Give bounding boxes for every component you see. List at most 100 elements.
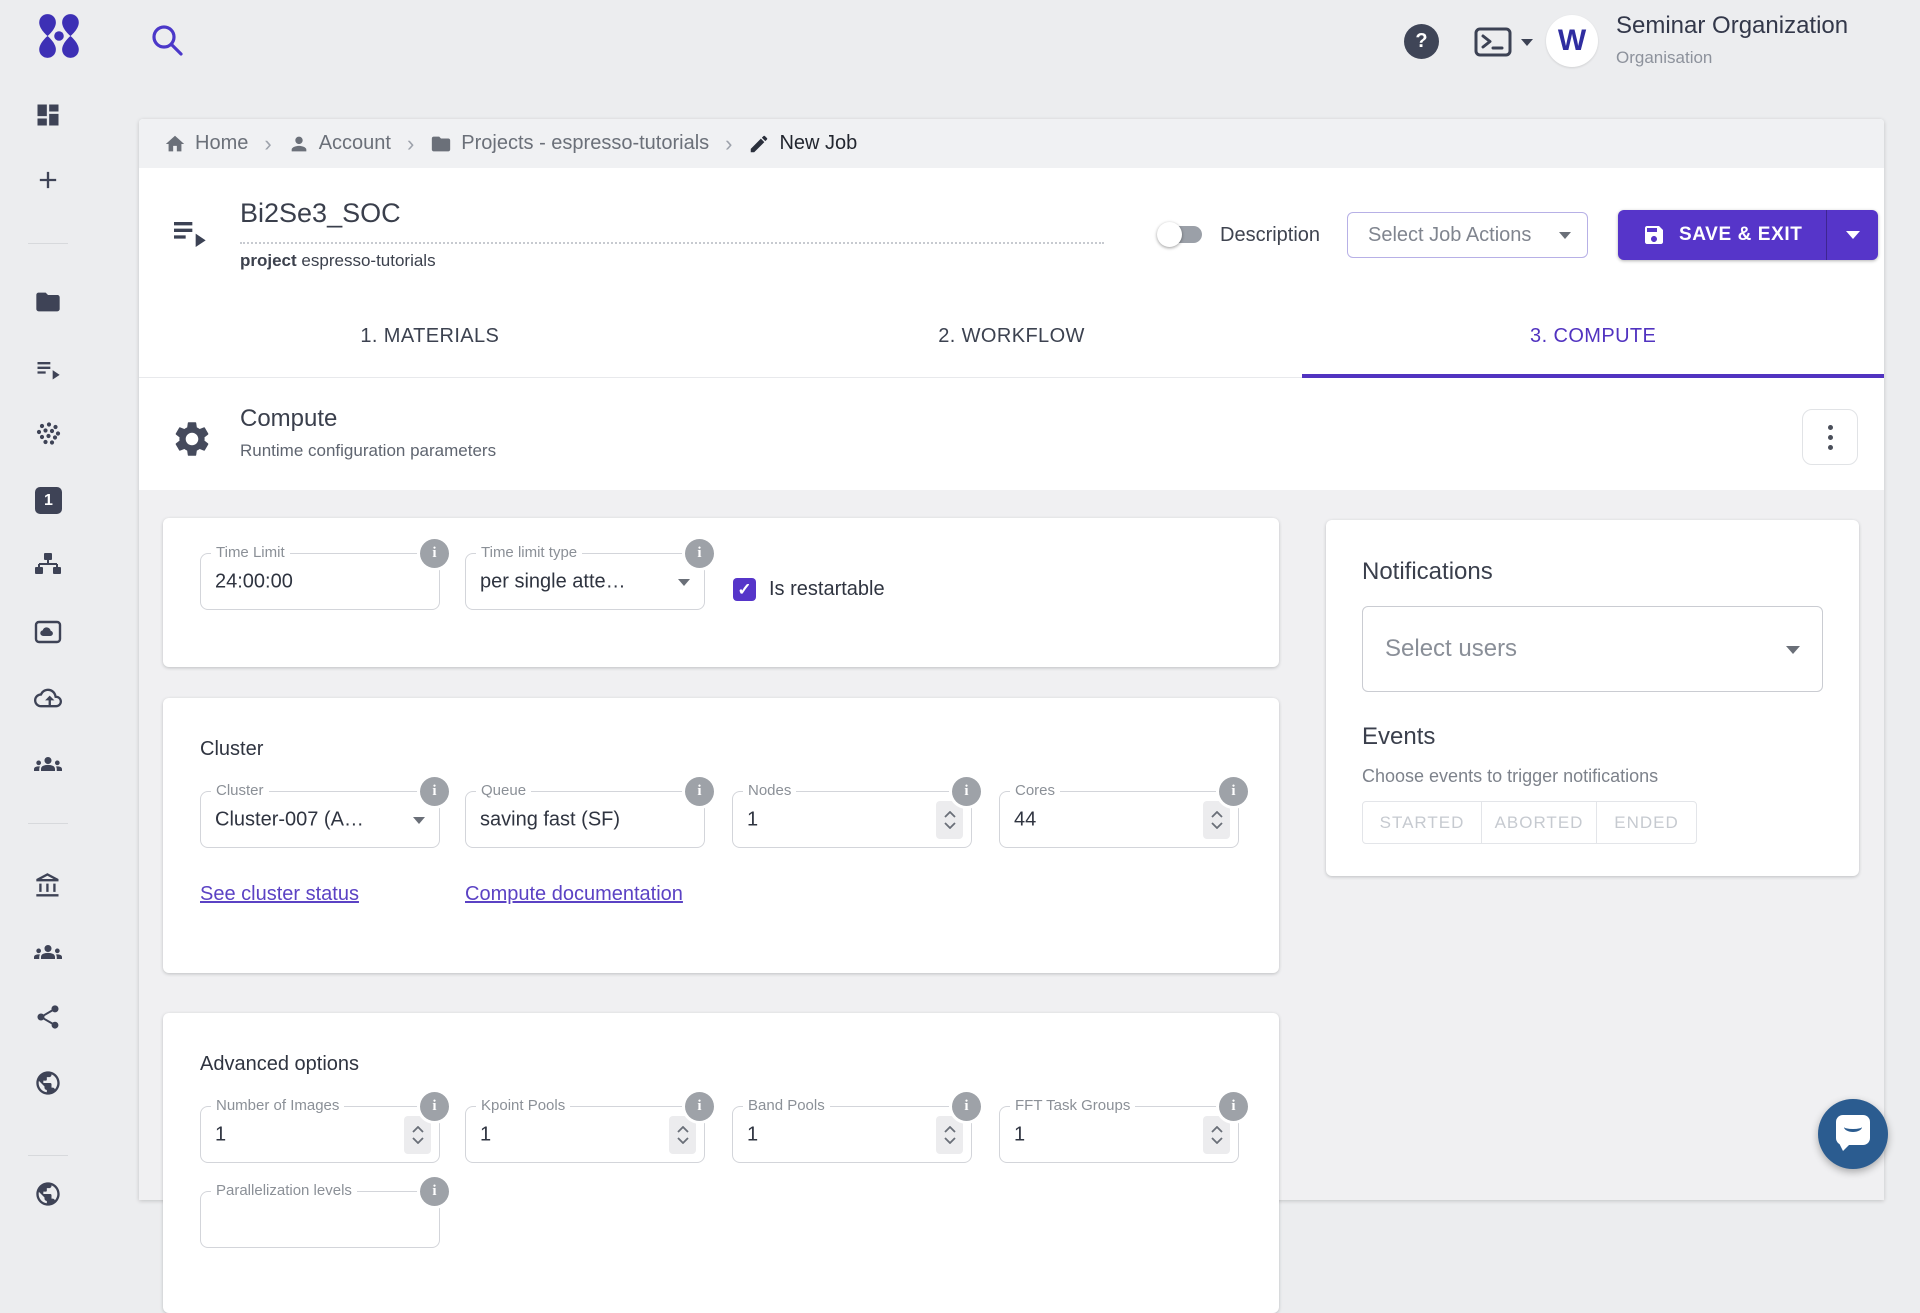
sidebar-item-users[interactable] — [34, 938, 62, 966]
event-aborted-button[interactable]: ABORTED — [1481, 801, 1597, 844]
tab-compute[interactable]: 3. COMPUTE — [1302, 295, 1884, 377]
info-icon[interactable]: i — [1219, 1092, 1248, 1121]
gear-icon — [171, 418, 213, 460]
band-pools-stepper[interactable]: Band Pools 1 i — [732, 1106, 972, 1163]
event-started-button[interactable]: STARTED — [1362, 801, 1482, 844]
compute-title: Compute — [240, 405, 337, 433]
breadcrumb-home[interactable]: Home — [164, 132, 248, 155]
cores-stepper[interactable]: Cores 44 i — [999, 791, 1239, 848]
kpoint-pools-stepper[interactable]: Kpoint Pools 1 i — [465, 1106, 705, 1163]
compute-body: Time Limit 24:00:00 i Time limit type pe… — [139, 490, 1884, 1200]
time-limit-type-select[interactable]: Time limit type per single atte… i — [465, 553, 705, 610]
tab-materials[interactable]: 1. MATERIALS — [139, 295, 721, 377]
stepper-control[interactable] — [936, 801, 963, 839]
sidebar-item-share[interactable] — [34, 1003, 62, 1031]
sidebar-item-projects[interactable] — [34, 288, 62, 316]
save-exit-button[interactable]: SAVE & EXIT — [1618, 210, 1826, 260]
job-actions-select[interactable]: Select Job Actions — [1347, 212, 1588, 258]
advanced-section-title: Advanced options — [200, 1053, 359, 1076]
nodes-stepper[interactable]: Nodes 1 i — [732, 791, 972, 848]
stepper-control[interactable] — [669, 1116, 696, 1154]
job-title[interactable]: Bi2Se3_SOC — [240, 198, 1104, 228]
section-menu-button[interactable] — [1802, 409, 1858, 465]
title-underline — [240, 228, 1104, 244]
breadcrumb-new-job[interactable]: New Job — [748, 132, 857, 155]
folder-icon — [430, 133, 452, 155]
org-type-label: Organisation — [1616, 48, 1712, 68]
sidebar-item-jobs[interactable] — [34, 355, 62, 383]
help-icon[interactable]: ? — [1404, 24, 1439, 59]
is-restartable-label: Is restartable — [769, 578, 885, 601]
info-icon[interactable]: i — [420, 1177, 449, 1206]
sidebar-item-create[interactable] — [34, 166, 62, 194]
cluster-card: Cluster Cluster Cluster-007 (A… i Queue … — [163, 698, 1279, 973]
breadcrumb: Home › Account › Projects - espresso-tut… — [139, 119, 1884, 168]
chevron-down-icon — [1786, 646, 1800, 654]
sidebar-item-cloud-upload[interactable] — [34, 684, 62, 712]
wizard-tabs: 1. MATERIALS 2. WORKFLOW 3. COMPUTE — [139, 295, 1884, 378]
chat-icon — [1836, 1115, 1870, 1145]
events-hint: Choose events to trigger notifications — [1362, 766, 1658, 787]
save-dropdown-button[interactable] — [1826, 210, 1878, 260]
info-icon[interactable]: i — [952, 1092, 981, 1121]
sidebar-item-dashboard[interactable] — [34, 101, 62, 129]
info-icon[interactable]: i — [420, 539, 449, 568]
sidebar-item-materials[interactable] — [34, 420, 62, 448]
tab-workflow[interactable]: 2. WORKFLOW — [721, 295, 1303, 377]
stepper-control[interactable] — [1203, 1116, 1230, 1154]
advanced-options-card: Advanced options Number of Images 1 i Kp… — [163, 1013, 1279, 1313]
home-icon — [164, 133, 186, 155]
mat3ra-logo-icon[interactable] — [34, 11, 84, 61]
field-label: Time Limit — [211, 544, 290, 561]
fft-task-groups-stepper[interactable]: FFT Task Groups 1 i — [999, 1106, 1239, 1163]
select-users-dropdown[interactable]: Select users — [1362, 606, 1823, 692]
description-toggle[interactable] — [1160, 226, 1202, 243]
time-limit-field[interactable]: Time Limit 24:00:00 i — [200, 553, 440, 610]
save-icon — [1642, 223, 1666, 247]
compute-subtitle: Runtime configuration parameters — [240, 441, 496, 461]
cluster-section-title: Cluster — [200, 738, 263, 761]
breadcrumb-projects[interactable]: Projects - espresso-tutorials — [430, 132, 709, 155]
stepper-control[interactable] — [1203, 801, 1230, 839]
sidebar-item-public[interactable] — [34, 1069, 62, 1097]
sidebar-item-workflows[interactable] — [34, 552, 62, 580]
sidebar-item-globe-bottom[interactable] — [34, 1180, 62, 1208]
stepper-control[interactable] — [936, 1116, 963, 1154]
info-icon[interactable]: i — [420, 1092, 449, 1121]
chat-launcher-button[interactable] — [1818, 1099, 1888, 1169]
job-title-block[interactable]: Bi2Se3_SOC project espresso-tutorials — [240, 198, 1104, 271]
stepper-control[interactable] — [404, 1116, 431, 1154]
is-restartable-checkbox[interactable]: ✓ — [733, 578, 756, 601]
info-icon[interactable]: i — [685, 777, 714, 806]
info-icon[interactable]: i — [420, 777, 449, 806]
info-icon[interactable]: i — [1219, 777, 1248, 806]
chevron-down-icon — [413, 817, 425, 824]
chevron-down-icon — [1846, 231, 1860, 239]
project-name: espresso-tutorials — [301, 251, 435, 270]
sidebar-item-images[interactable] — [34, 618, 62, 646]
sidebar-item-team[interactable] — [34, 750, 62, 778]
console-menu-button[interactable] — [1474, 24, 1536, 60]
sidebar-divider — [28, 823, 68, 824]
search-icon[interactable] — [148, 21, 188, 61]
info-icon[interactable]: i — [685, 539, 714, 568]
org-name[interactable]: Seminar Organization — [1616, 12, 1848, 40]
sidebar-item-organization[interactable] — [34, 872, 62, 900]
field-value: per single atte… — [480, 570, 626, 593]
cluster-status-link[interactable]: See cluster status — [200, 883, 359, 906]
queue-field[interactable]: Queue saving fast (SF) i — [465, 791, 705, 848]
info-icon[interactable]: i — [952, 777, 981, 806]
avatar[interactable]: W — [1546, 15, 1598, 67]
job-icon — [169, 212, 209, 252]
compute-docs-link[interactable]: Compute documentation — [465, 883, 683, 906]
event-button-group: STARTED ABORTED ENDED — [1362, 801, 1697, 844]
breadcrumb-separator: › — [407, 131, 414, 157]
notifications-card: Notifications Select users Events Choose… — [1326, 520, 1859, 876]
info-icon[interactable]: i — [685, 1092, 714, 1121]
event-ended-button[interactable]: ENDED — [1596, 801, 1697, 844]
breadcrumb-account[interactable]: Account — [288, 132, 391, 155]
sidebar-item-unit-badge[interactable]: 1 — [35, 487, 62, 514]
project-line: project espresso-tutorials — [240, 251, 1104, 271]
number-of-images-stepper[interactable]: Number of Images 1 i — [200, 1106, 440, 1163]
cluster-select[interactable]: Cluster Cluster-007 (A… i — [200, 791, 440, 848]
